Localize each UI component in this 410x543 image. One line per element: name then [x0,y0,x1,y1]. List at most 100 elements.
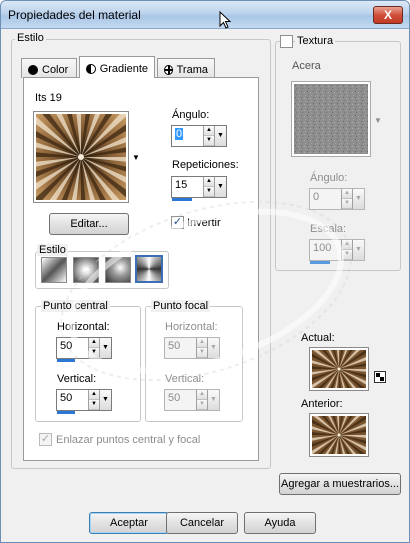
texture-angle-down-icon[interactable]: ▼ [342,199,352,209]
center-v-down-icon[interactable]: ▼ [89,400,99,410]
invert-label: Invertir [187,217,221,229]
link-points-label: Enlazar puntos central y focal [56,434,201,446]
focal-vertical-value[interactable]: 50 [168,392,180,404]
center-vertical-progress [57,411,75,414]
focal-v-up-icon[interactable]: ▲ [197,390,207,400]
repetitions-dropdown-icon[interactable]: ▼ [214,177,226,197]
edit-gradient-button[interactable]: Editar... [49,213,129,235]
center-horizontal-progress [57,359,75,362]
current-label: Actual: [301,332,335,344]
link-points-checkbox[interactable]: ✓ [39,433,52,446]
current-material-swatch [309,347,369,391]
material-properties-dialog: Propiedades del material X Estilo Color … [0,0,410,543]
texture-angle-label: Ángulo: [310,172,348,184]
tab-gradient[interactable]: Gradiente [79,56,155,78]
focal-horizontal-value[interactable]: 50 [168,340,180,352]
angle-spinner[interactable]: 0 ▲ ▼ ▼ [171,125,227,147]
cancel-button[interactable]: Cancelar [166,512,238,534]
texture-scale-label: Escala: [310,223,347,235]
invert-checkbox[interactable]: ✓ [171,216,184,229]
focal-v-dropdown-icon[interactable]: ▼ [207,390,219,410]
texture-scale-down-icon[interactable]: ▼ [342,250,352,260]
focal-h-down-icon[interactable]: ▼ [197,348,207,358]
texture-angle-value[interactable]: 0 [313,191,319,203]
help-button[interactable]: Ayuda [244,512,316,534]
gradient-name: Its 19 [35,92,62,104]
texture-label: Textura [295,35,336,47]
linear-style-button[interactable] [41,257,67,283]
half-circle-icon [86,64,96,74]
repetitions-value[interactable]: 15 [175,179,187,191]
texture-scale-up-icon[interactable]: ▲ [342,240,352,250]
texture-scale-progress [310,261,330,264]
style-group-label: Estilo [15,32,46,44]
tab-color-label: Color [42,64,69,76]
sunburst-style-button[interactable] [105,257,131,283]
center-vertical-spinner[interactable]: 50 ▲ ▼ ▼ [56,389,112,414]
focal-point-label: Punto focal [151,300,211,312]
previous-label: Anterior: [301,398,343,410]
ok-button[interactable]: Aceptar [89,512,169,534]
previous-sunburst-image [312,416,366,454]
center-h-down-icon[interactable]: ▼ [89,348,99,358]
texture-angle-up-icon[interactable]: ▲ [342,189,352,199]
center-vertical-label: Vertical: [57,373,97,385]
tab-gradient-label: Gradiente [99,63,148,75]
texture-checkbox[interactable] [280,35,293,48]
angle-dropdown-icon[interactable]: ▼ [214,126,226,146]
focal-v-down-icon[interactable]: ▼ [197,400,207,410]
repetitions-up-icon[interactable]: ▲ [204,177,214,187]
texture-scale-dropdown-icon[interactable]: ▼ [352,240,364,260]
tab-pattern[interactable]: Trama [157,58,215,78]
repetitions-label: Repeticiones: [172,159,239,171]
crosshair-icon [164,65,173,75]
gradient-style-label: Estilo [37,244,68,256]
concrete-texture-image [294,84,368,154]
angle-down-icon[interactable]: ▼ [204,136,214,146]
focal-vertical-spinner[interactable]: 50 ▲ ▼ ▼ [164,389,220,411]
texture-scale-value[interactable]: 100 [313,242,331,254]
rectangular-style-button[interactable] [73,257,99,283]
circle-icon [28,65,38,75]
center-h-up-icon[interactable]: ▲ [89,338,99,348]
center-h-dropdown-icon[interactable]: ▼ [99,338,111,358]
center-horizontal-value[interactable]: 50 [60,340,72,352]
focal-h-dropdown-icon[interactable]: ▼ [207,338,219,358]
tab-color[interactable]: Color [21,58,77,78]
current-sunburst-image [312,350,366,388]
center-v-dropdown-icon[interactable]: ▼ [99,390,111,410]
repetitions-down-icon[interactable]: ▼ [204,187,214,197]
texture-dropdown-arrow-icon[interactable]: ▼ [374,116,382,125]
center-horizontal-label: Horizontal: [57,321,110,333]
focal-horizontal-spinner[interactable]: 50 ▲ ▼ ▼ [164,337,220,359]
previous-material-swatch [309,413,369,457]
center-vertical-value[interactable]: 50 [60,392,72,404]
gradient-preview[interactable] [33,111,129,203]
texture-preview[interactable] [291,81,371,157]
focal-horizontal-label: Horizontal: [165,321,218,333]
center-v-up-icon[interactable]: ▲ [89,390,99,400]
radial-style-button[interactable] [135,255,163,283]
window-title: Propiedades del material [8,8,141,22]
focal-h-up-icon[interactable]: ▲ [197,338,207,348]
gradient-dropdown-arrow-icon[interactable]: ▼ [132,153,140,162]
angle-up-icon[interactable]: ▲ [204,126,214,136]
mouse-cursor-icon [219,11,231,29]
title-bar: Propiedades del material X [1,1,409,29]
tab-pattern-label: Trama [176,64,208,76]
angle-value[interactable]: 0 [175,128,184,140]
focal-vertical-label: Vertical: [165,373,205,385]
center-point-label: Punto central [41,300,110,312]
sunburst-gradient-image [36,114,126,200]
close-button[interactable]: X [373,6,403,24]
add-to-swatches-button[interactable]: Agregar a muestrarios... [279,473,401,495]
center-horizontal-spinner[interactable]: 50 ▲ ▼ ▼ [56,337,112,362]
swap-icon[interactable] [374,371,386,383]
texture-name: Acera [292,60,321,72]
texture-angle-dropdown-icon[interactable]: ▼ [352,189,364,209]
texture-angle-spinner[interactable]: 0 ▲ ▼ ▼ [309,188,365,210]
angle-label: Ángulo: [172,109,210,121]
texture-scale-spinner[interactable]: 100 ▲ ▼ ▼ [309,239,365,264]
repetitions-progress [172,198,192,201]
repetitions-spinner[interactable]: 15 ▲ ▼ ▼ [171,176,227,201]
